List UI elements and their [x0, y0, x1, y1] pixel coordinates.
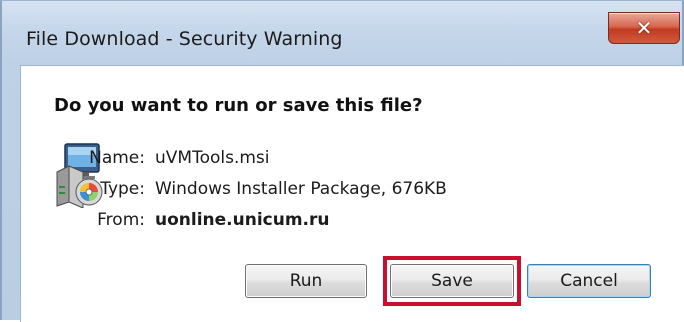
prompt-question: Do you want to run or save this file?	[54, 95, 423, 116]
title-bar[interactable]: File Download - Security Warning ✕	[2, 1, 682, 67]
save-button[interactable]: Save	[390, 264, 514, 298]
type-label: Type:	[100, 179, 145, 199]
window-title: File Download - Security Warning	[26, 28, 343, 50]
from-value: uonline.unicum.ru	[155, 210, 330, 230]
name-label: Name:	[89, 148, 145, 168]
cancel-button[interactable]: Cancel	[527, 264, 651, 298]
dialog-content: Do you want to run or save this file? Na…	[20, 65, 684, 322]
run-button[interactable]: Run	[245, 264, 367, 298]
name-value: uVMTools.msi	[155, 148, 270, 168]
close-icon: ✕	[635, 16, 653, 40]
from-label: From:	[97, 210, 145, 230]
close-button[interactable]: ✕	[608, 12, 680, 44]
file-download-dialog: File Download - Security Warning ✕ Do yo…	[0, 0, 684, 322]
type-value: Windows Installer Package, 676KB	[155, 179, 447, 199]
